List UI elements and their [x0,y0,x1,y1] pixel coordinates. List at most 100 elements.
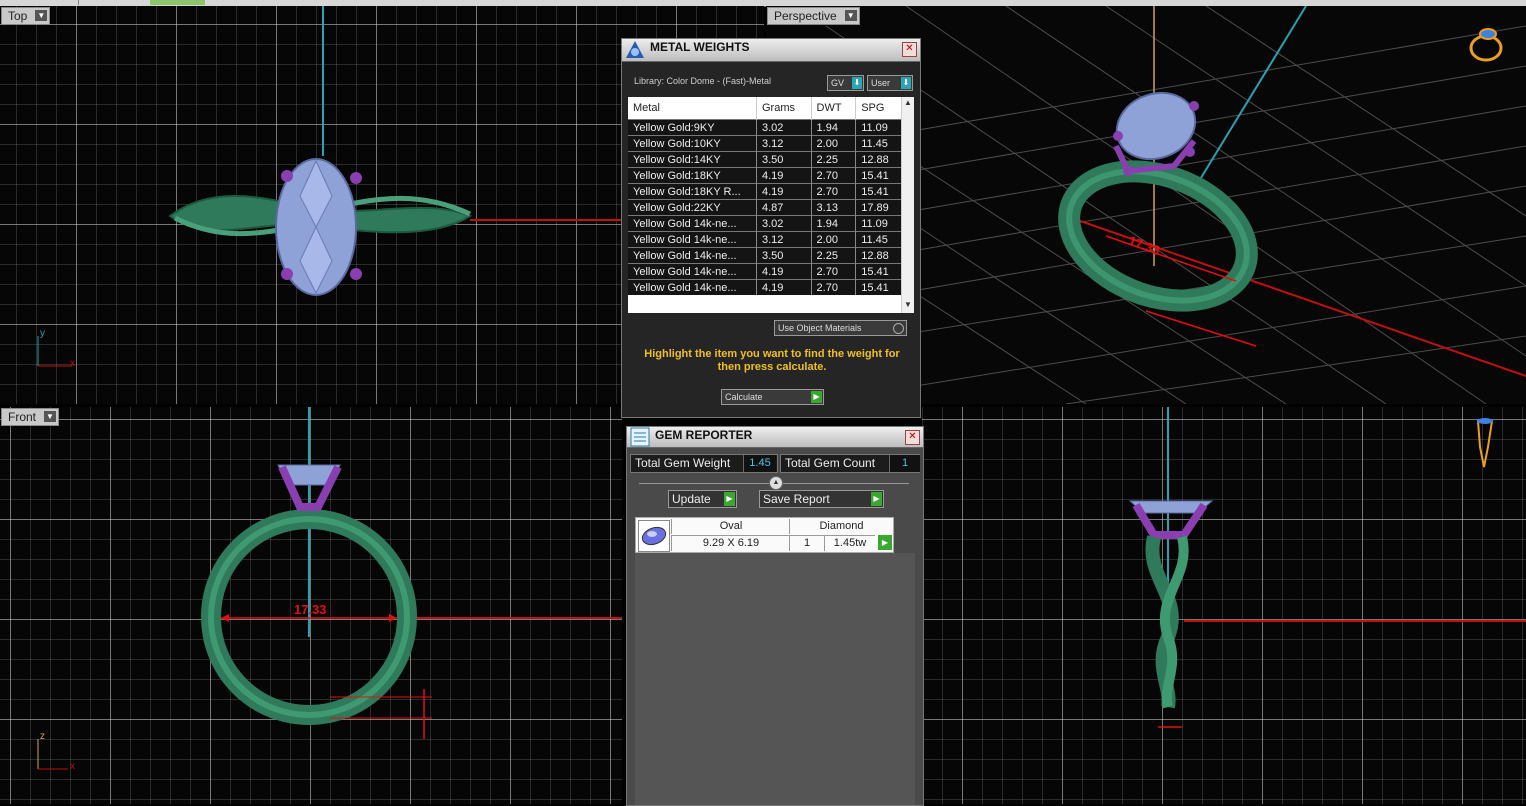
table-row[interactable]: Yellow Gold 14k-ne... 4.19 2.70 15.41 [628,263,904,280]
toolbar-tab[interactable] [48,0,79,5]
table-row[interactable]: Yellow Gold 14k-ne... 3.12 2.00 11.45 [628,231,904,248]
table-row[interactable]: Yellow Gold:18KY 4.19 2.70 15.41 [628,167,904,184]
metal-weights-titlebar[interactable]: METAL WEIGHTS ✕ [622,39,920,62]
table-row[interactable]: Yellow Gold 14k-ne... 4.19 2.70 15.41 [628,279,904,295]
radio-icon [893,323,904,334]
chevron-down-icon[interactable]: ▼ [844,10,857,21]
table-cell: 2.70 [811,183,857,200]
metal-weights-logo-icon [626,41,644,58]
chevron-down-icon[interactable]: ▼ [35,10,48,21]
splitter-handle-icon[interactable]: ▲ [769,476,783,490]
column-header[interactable]: SPG [855,97,904,120]
table-scrollbar[interactable]: ▲ ▼ [901,97,914,313]
gem-reporter-titlebar[interactable]: GEM REPORTER ✕ [627,427,923,448]
table-cell: Yellow Gold:18KY [628,167,757,184]
table-row[interactable]: Yellow Gold:10KY 3.12 2.00 11.45 [628,135,904,152]
front-dimension: 17.33 [294,602,327,617]
table-cell: Yellow Gold 14k-ne... [628,215,757,232]
metal-weights-title: METAL WEIGHTS [650,40,750,54]
table-row[interactable]: Yellow Gold:14KY 3.50 2.25 12.88 [628,151,904,168]
table-cell: Yellow Gold:10KY [628,135,757,152]
total-gem-count-value: 1 [889,455,920,472]
column-header[interactable]: Metal [628,97,757,120]
chevron-down-icon: ⬇ [852,77,862,89]
gem-type: Diamond [789,519,893,534]
table-row[interactable]: Yellow Gold 14k-ne... 3.50 2.25 12.88 [628,247,904,264]
total-gem-weight-field: Total Gem Weight 1.45 [630,454,778,473]
table-cell: 12.88 [855,247,904,264]
scroll-down-icon[interactable]: ▼ [903,300,913,312]
column-header[interactable]: Grams [756,97,812,120]
scroll-up-icon[interactable]: ▲ [903,98,913,110]
table-cell: Yellow Gold:18KY R... [628,183,757,200]
gem-shape: Oval [671,519,790,534]
table-cell: 2.70 [811,167,857,184]
table-cell: 11.45 [855,135,904,152]
table-cell: 2.25 [811,151,857,168]
viewport-perspective-label[interactable]: Perspective ▼ [767,7,860,25]
table-cell: 4.19 [756,183,812,200]
table-cell: 2.00 [811,135,857,152]
user-selector[interactable]: User ⬇ [867,75,913,91]
table-cell: Yellow Gold:22KY [628,199,757,216]
table-cell: 2.70 [811,279,857,295]
toolbar-tab-active[interactable] [150,0,205,5]
table-cell: 4.87 [756,199,812,216]
ring-gizmo-icon[interactable] [1469,28,1503,62]
metal-table[interactable]: Metal Grams DWT SPG Yellow Gold:9KY 3.02 1.94… [628,97,914,313]
axis-x-label: x [70,761,75,772]
column-header[interactable]: DWT [811,97,857,120]
table-cell: 3.13 [811,199,857,216]
close-icon[interactable]: ✕ [905,430,920,445]
table-row[interactable]: Yellow Gold 14k-ne... 3.02 1.94 11.09 [628,215,904,232]
gem-reporter-title: GEM REPORTER [655,428,753,442]
gv-selector[interactable]: GV ⬇ [827,75,864,91]
table-cell: Yellow Gold:14KY [628,151,757,168]
total-gem-count-label: Total Gem Count [785,456,876,470]
save-report-button[interactable]: Save Report ▶ [759,490,884,508]
table-cell: 1.94 [811,215,857,232]
table-cell: 15.41 [855,279,904,295]
viewport-right[interactable] [922,407,1526,804]
table-row[interactable]: Yellow Gold:18KY R... 4.19 2.70 15.41 [628,183,904,200]
table-cell: Yellow Gold 14k-ne... [628,231,757,248]
gem-reporter-logo-icon [630,427,650,447]
table-cell: 11.45 [855,231,904,248]
total-gem-count-field: Total Gem Count 1 [780,454,920,473]
table-cell: 4.19 [756,167,812,184]
table-cell: Yellow Gold 14k-ne... [628,247,757,264]
library-label: Library: Color Dome - (Fast)-Metal [634,76,772,86]
axis-y-label: y [40,328,45,339]
update-button[interactable]: Update ▶ [668,490,737,508]
viewport-front-label[interactable]: Front ▼ [1,408,60,426]
oval-gem-icon [638,520,670,552]
metal-weights-hint: Highlight the item you want to find the … [644,348,900,373]
use-object-materials-toggle[interactable]: Use Object Materials [774,320,907,336]
table-cell: 15.41 [855,167,904,184]
play-arrow-icon: ▶ [871,492,882,506]
table-cell: 3.50 [756,151,812,168]
gem-list-item[interactable]: Oval Diamond 9.29 X 6.19 1 1.45tw ▶ [635,517,894,553]
table-cell: 2.25 [811,247,857,264]
table-cell: 11.09 [855,119,904,136]
table-cell: 3.12 [756,135,812,152]
table-cell: 15.41 [855,263,904,280]
table-cell: 3.50 [756,247,812,264]
chevron-down-icon[interactable]: ▼ [44,411,57,422]
table-row[interactable]: Yellow Gold:22KY 4.87 3.13 17.89 [628,199,904,216]
gem-count: 1 [789,535,824,551]
play-arrow-icon[interactable]: ▶ [878,535,892,550]
calculate-button[interactable]: Calculate ▶ [721,389,824,405]
close-icon[interactable]: ✕ [902,42,917,57]
right-view-ring [1128,407,1526,728]
gizmo-figure-icon[interactable] [1476,418,1494,468]
table-cell: 2.70 [811,263,857,280]
table-cell: Yellow Gold 14k-ne... [628,263,757,280]
play-arrow-icon: ▶ [811,391,822,403]
viewport-top-label[interactable]: Top ▼ [1,7,51,25]
axis-x-label: x [70,358,75,369]
table-cell: 4.19 [756,279,812,295]
axis-z-label: z [40,731,45,742]
table-row[interactable]: Yellow Gold:9KY 3.02 1.94 11.09 [628,119,904,136]
viewport-front[interactable]: Front ▼ 17.33 z x [0,407,622,804]
